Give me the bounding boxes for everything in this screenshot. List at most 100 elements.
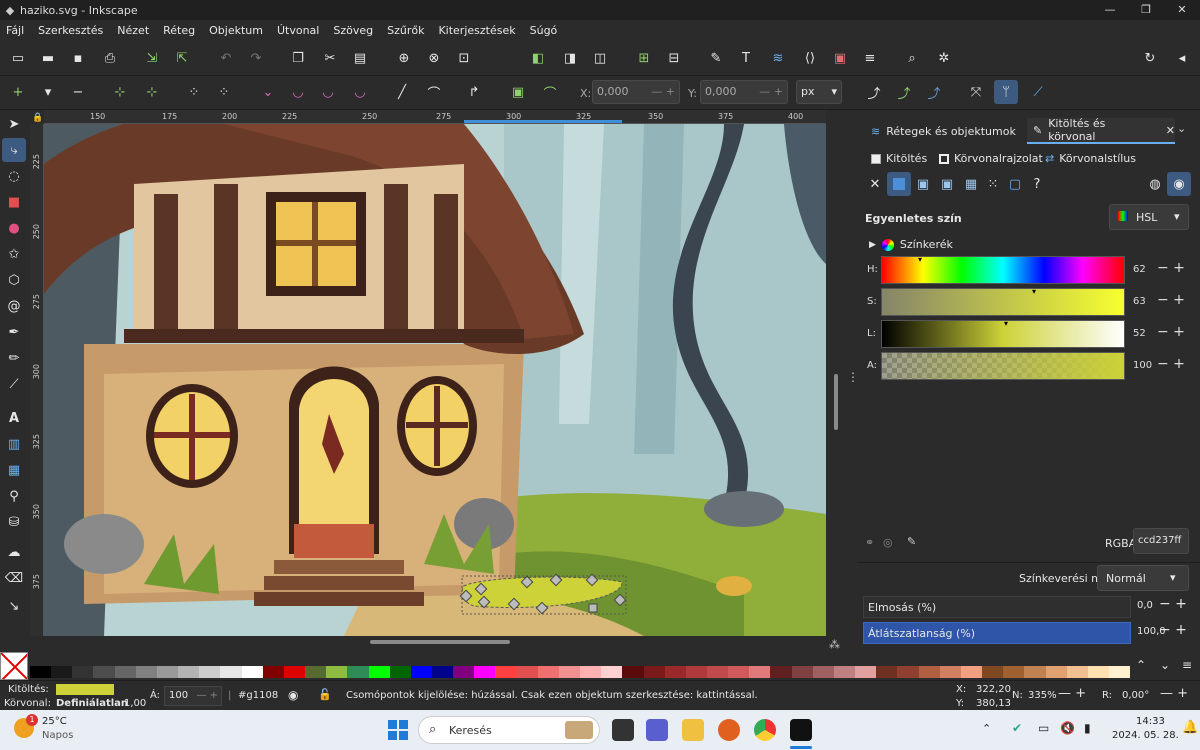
hue-stepper[interactable]: − + — [1157, 260, 1185, 276]
color-swatch[interactable] — [685, 666, 707, 678]
color-swatch[interactable] — [410, 666, 432, 678]
opacity-stepper[interactable]: − + — [1159, 622, 1187, 638]
horizontal-scrollbar[interactable] — [44, 636, 826, 648]
tab-menu-chevron-icon[interactable]: ⌄ — [1177, 122, 1186, 135]
dropper-tool-icon[interactable]: ⚲ — [2, 484, 26, 508]
smooth-node-icon[interactable]: ◡ — [286, 80, 310, 104]
taskbar-search-box[interactable]: ⌕ Keresés — [418, 716, 600, 744]
color-swatch[interactable] — [474, 666, 496, 678]
import-icon[interactable]: ⇲ — [140, 46, 164, 70]
rotation-value[interactable]: 0,00° — [1122, 690, 1149, 701]
new-document-icon[interactable]: ▭ — [6, 46, 30, 70]
color-swatch[interactable] — [305, 666, 327, 678]
delete-node-icon[interactable]: − — [66, 80, 90, 104]
color-swatch[interactable] — [135, 666, 157, 678]
zoom-page-icon[interactable]: ⊡ — [452, 46, 476, 70]
segment-line-icon[interactable]: ╱ — [390, 80, 414, 104]
tab-layers-objects[interactable]: ≋ Rétegek és objektumok ✕ — [871, 118, 1035, 144]
clock-time[interactable]: 14:33 — [1136, 716, 1165, 727]
zoom-stepper[interactable]: — + — [1058, 686, 1086, 701]
object-to-path-icon[interactable]: ↱ — [462, 80, 486, 104]
tab-fill-stroke[interactable]: ✎ Kitöltés és körvonal ✕ — [1027, 117, 1175, 144]
close-button[interactable]: ✕ — [1164, 0, 1200, 20]
transform-handles-icon[interactable]: ⤧ — [964, 80, 988, 104]
layers-icon[interactable]: ≋ — [766, 46, 790, 70]
color-swatch[interactable] — [93, 666, 115, 678]
color-swatch[interactable] — [156, 666, 179, 678]
color-swatch[interactable] — [326, 666, 348, 678]
color-swatch[interactable] — [1066, 666, 1088, 678]
color-swatch[interactable] — [622, 666, 644, 678]
stroke-indicator-value[interactable]: Definiálatlan — [56, 698, 128, 709]
xml-editor-icon[interactable]: ⟨⟩ — [798, 46, 822, 70]
color-swatch[interactable] — [178, 666, 200, 678]
pencil-tool-icon[interactable]: ✏ — [2, 346, 26, 370]
color-swatch[interactable] — [347, 666, 369, 678]
menu-extensions[interactable]: Kiterjesztések — [438, 24, 515, 37]
layer-lock-icon[interactable]: 🔓 — [318, 688, 332, 701]
pick-color-icon[interactable]: ✎ — [907, 535, 916, 548]
opacity-slider[interactable]: Átlátszatlanság (%) — [863, 622, 1131, 644]
menu-view[interactable]: Nézet — [117, 24, 149, 37]
objects-icon[interactable]: ▣ — [828, 46, 852, 70]
color-swatch[interactable] — [283, 666, 306, 678]
rgba-field[interactable]: ccd237ff — [1133, 528, 1189, 554]
vertical-scroll-thumb[interactable] — [834, 374, 838, 430]
palette-menu-icon[interactable]: ≡ — [1182, 658, 1192, 672]
vertical-scrollbar[interactable] — [826, 124, 846, 636]
y-coord-field[interactable]: 0,000— + — [700, 80, 788, 104]
opacity-status-field[interactable]: 100 — + — [164, 686, 222, 706]
saturation-stepper[interactable]: − + — [1157, 292, 1185, 308]
show-clip-icon[interactable]: ⤴ — [892, 80, 916, 104]
lock-guides-icon[interactable]: 🔒 — [30, 110, 44, 124]
auto-smooth-node-icon[interactable]: ◡ — [348, 80, 372, 104]
break-path-icon[interactable]: ⊹ — [140, 80, 164, 104]
current-layer-value[interactable]: #g1108 — [238, 690, 278, 701]
menu-text[interactable]: Szöveg — [333, 24, 373, 37]
color-mode-dropdown[interactable]: HSL ▾ — [1109, 204, 1189, 230]
alpha-stepper[interactable]: − + — [1157, 356, 1185, 372]
ungroup-icon[interactable]: ⊟ — [662, 46, 686, 70]
subtab-stroke-style[interactable]: ⇄ Körvonalstílus — [1045, 152, 1136, 165]
color-swatch[interactable] — [791, 666, 813, 678]
color-swatch[interactable] — [749, 666, 771, 678]
color-swatch[interactable] — [51, 666, 73, 678]
color-swatch[interactable] — [855, 666, 877, 678]
color-swatch[interactable] — [770, 666, 792, 678]
fill-rule-nonzero-icon[interactable]: ◉ — [1167, 172, 1191, 196]
color-swatch[interactable] — [876, 666, 898, 678]
color-swatch[interactable] — [262, 666, 284, 678]
unset-paint-icon[interactable]: ? — [1025, 172, 1049, 196]
delete-segment-icon[interactable]: ⁘ — [212, 80, 236, 104]
color-wheel-expander[interactable]: ▶ Színkerék — [869, 238, 953, 251]
show-mask-icon[interactable]: ⤴ — [922, 80, 946, 104]
color-swatch[interactable] — [30, 666, 52, 678]
file-explorer-icon[interactable] — [682, 719, 704, 741]
alpha-slider[interactable] — [881, 352, 1125, 380]
insert-node-menu-icon[interactable]: ▾ — [36, 80, 60, 104]
unlink-clone-icon[interactable]: ◫ — [588, 46, 612, 70]
blur-value[interactable]: 0,0 — [1137, 600, 1153, 611]
subtab-stroke-paint[interactable]: Körvonalrajzolat — [939, 152, 1043, 165]
hue-slider[interactable]: ▾ — [881, 255, 1125, 284]
color-swatch[interactable] — [199, 666, 221, 678]
no-color-swatch[interactable] — [0, 652, 28, 680]
color-swatch[interactable] — [897, 666, 919, 678]
out-of-gamut-icon[interactable]: ◎ — [883, 536, 893, 549]
color-swatch[interactable] — [1003, 666, 1025, 678]
color-swatch[interactable] — [707, 666, 729, 678]
paint-bucket-tool-icon[interactable]: ⛁ — [2, 510, 26, 534]
color-swatch[interactable] — [960, 666, 983, 678]
start-button[interactable] — [388, 720, 408, 740]
snapping-icon[interactable]: ↻ — [1138, 46, 1162, 70]
firefox-icon[interactable] — [718, 719, 740, 741]
color-swatch[interactable] — [939, 666, 961, 678]
path-effect-icon[interactable]: ⌒ — [538, 80, 562, 104]
lightness-slider[interactable]: ▾ — [881, 319, 1125, 348]
unit-dropdown[interactable]: px ▾ — [796, 80, 842, 104]
chrome-icon[interactable] — [754, 719, 776, 741]
blend-mode-dropdown[interactable]: Normál ▾ — [1097, 565, 1189, 591]
align-distribute-icon[interactable]: ≡ — [858, 46, 882, 70]
flat-color-icon[interactable] — [887, 172, 911, 196]
menu-filters[interactable]: Szűrők — [387, 24, 424, 37]
